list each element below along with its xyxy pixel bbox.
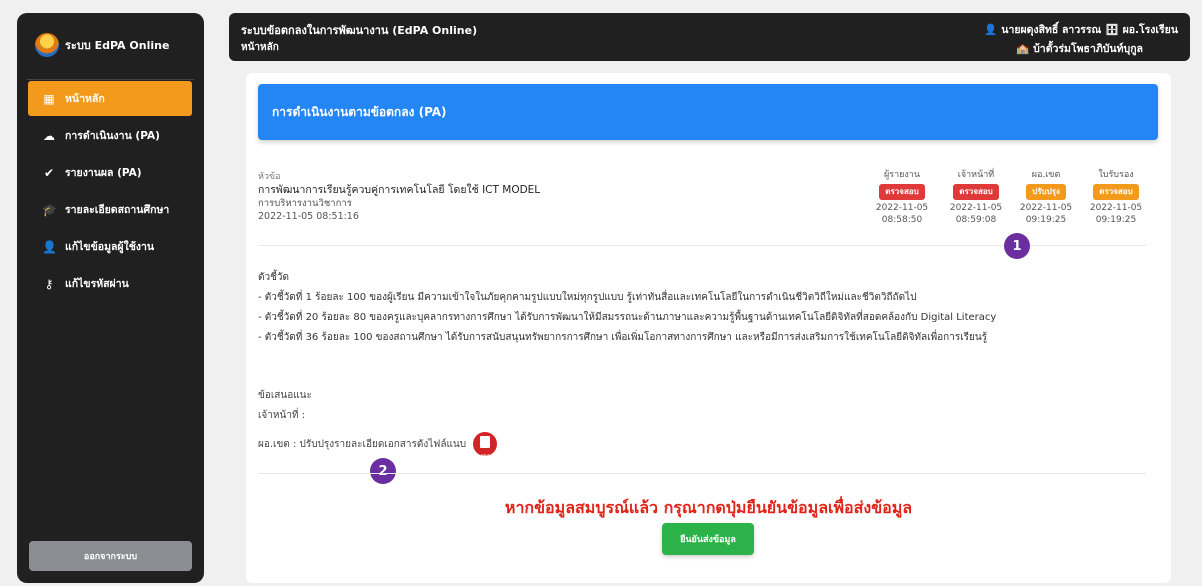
topic-block: หัวข้อ การพัฒนาการเรียนรู้ควบคู่การเทคโน… bbox=[258, 171, 540, 223]
database-icon: 🗄 bbox=[1105, 24, 1119, 36]
status-badge[interactable]: ตรวจสอบ bbox=[953, 184, 999, 200]
sidebar-item-label: แก้ไขรหัสผ่าน bbox=[65, 278, 129, 290]
status-badge[interactable]: ตรวจสอบ bbox=[879, 184, 925, 200]
status-staff: เจ้าหน้าที่ ตรวจสอบ 2022-11-05 08:59:08 bbox=[946, 169, 1006, 226]
topic-label: หัวข้อ bbox=[258, 172, 281, 182]
sidebar-item-label: แก้ไขข้อมูลผู้ใช้งาน bbox=[65, 241, 155, 253]
status-time: 09:19:25 bbox=[1025, 215, 1067, 225]
advice-staff: เจ้าหน้าที่ : bbox=[258, 410, 306, 421]
pdf-download-icon[interactable] bbox=[473, 432, 498, 467]
sidebar-item-home[interactable]: ▦ หน้าหลัก bbox=[28, 81, 192, 116]
sidebar-item-label: รายละเอียดสถานศึกษา bbox=[65, 204, 170, 216]
indicator-item: - ตัวชี้วัดที่ 1 ร้อยละ 100 ของผู้เรียน … bbox=[258, 292, 917, 303]
graduation-cap-icon: 🎓 bbox=[42, 202, 57, 217]
user-icon: 👤 bbox=[42, 239, 57, 254]
indicators-title: ตัวชี้วัด bbox=[258, 272, 290, 283]
status-label: ใบรับรอง bbox=[1098, 170, 1134, 180]
advice-block: ข้อเสนอแนะ เจ้าหน้าที่ : ผอ.เขต : ปรับปร… bbox=[258, 386, 498, 467]
status-date: 2022-11-05 bbox=[875, 203, 929, 213]
status-label: ผอ.เขต bbox=[1031, 170, 1061, 180]
status-date: 2022-11-05 bbox=[949, 203, 1003, 213]
status-district-director: ผอ.เขต ปรับปรุง 2022-11-05 09:19:25 bbox=[1016, 169, 1076, 226]
topic-category: การบริหารงานวิชาการ bbox=[258, 198, 352, 209]
content-card: การดำเนินงานตามข้อตกลง (PA) หัวข้อ การพั… bbox=[246, 73, 1171, 583]
status-time: 09:19:25 bbox=[1095, 215, 1137, 225]
key-icon: ⚷ bbox=[44, 276, 54, 291]
sidebar-divider bbox=[27, 79, 194, 80]
status-reporter: ผู้รายงาน ตรวจสอบ 2022-11-05 08:58:50 bbox=[872, 169, 932, 226]
sidebar-item-label: รายงานผล (PA) bbox=[65, 167, 142, 179]
user-role: ผอ.โรงเรียน bbox=[1122, 24, 1178, 36]
school-info: 🏫 บ้าตั้วร่มโพธาภิบันท์บุกูล bbox=[1016, 40, 1143, 57]
edpa-logo-icon bbox=[35, 33, 59, 57]
indicator-item: - ตัวชี้วัดที่ 20 ร้อยละ 80 ของครูและบุค… bbox=[258, 312, 997, 323]
cloud-upload-icon: ☁ bbox=[43, 128, 55, 143]
topbar: ระบบข้อตกลงในการพัฒนางาน (EdPA Online) ห… bbox=[229, 13, 1190, 61]
school-icon: 🏫 bbox=[1016, 43, 1030, 55]
sidebar-item-operation-pa[interactable]: ☁ การดำเนินงาน (PA) bbox=[28, 118, 192, 153]
sidebar-item-change-password[interactable]: ⚷ แก้ไขรหัสผ่าน bbox=[28, 266, 192, 301]
indicator-item: - ตัวชี้วัดที่ 36 ร้อยละ 100 ของสถานศึกษ… bbox=[258, 332, 988, 343]
status-badge[interactable]: ปรับปรุง bbox=[1026, 184, 1066, 200]
topic-title: การพัฒนาการเรียนรู้ควบคู่การเทคโนโลยี โด… bbox=[258, 184, 541, 196]
status-time: 08:58:50 bbox=[881, 215, 923, 225]
sidebar-item-school-details[interactable]: 🎓 รายละเอียดสถานศึกษา bbox=[28, 192, 192, 227]
brand[interactable]: ระบบ EdPA Online bbox=[35, 33, 169, 57]
indicators-block: ตัวชี้วัด - ตัวชี้วัดที่ 1 ร้อยละ 100 ขอ… bbox=[258, 268, 996, 348]
advice-title: ข้อเสนอแนะ bbox=[258, 390, 312, 401]
sidebar: ระบบ EdPA Online ▦ หน้าหลัก ☁ การดำเนินง… bbox=[17, 13, 204, 583]
status-date: 2022-11-05 bbox=[1019, 203, 1073, 213]
status-label: เจ้าหน้าที่ bbox=[957, 170, 995, 180]
brand-title: ระบบ EdPA Online bbox=[65, 39, 170, 52]
school-name: บ้าตั้วร่มโพธาภิบันท์บุกูล bbox=[1033, 43, 1143, 55]
sidebar-item-edit-user[interactable]: 👤 แก้ไขข้อมูลผู้ใช้งาน bbox=[28, 229, 192, 264]
logout-button[interactable]: ออกจากระบบ bbox=[29, 541, 192, 571]
app-title: ระบบข้อตกลงในการพัฒนางาน (EdPA Online) bbox=[241, 24, 478, 37]
topic-date: 2022-11-05 08:51:16 bbox=[258, 211, 359, 222]
status-label: ผู้รายงาน bbox=[883, 170, 921, 180]
sidebar-nav: ▦ หน้าหลัก ☁ การดำเนินงาน (PA) ✔ รายงานผ… bbox=[28, 81, 192, 303]
status-time: 08:59:08 bbox=[955, 215, 997, 225]
status-certificate: ใบรับรอง ตรวจสอบ 2022-11-05 09:19:25 bbox=[1086, 169, 1146, 226]
check-circle-icon: ✔ bbox=[43, 165, 55, 180]
sidebar-item-label: หน้าหลัก bbox=[65, 93, 105, 105]
confirm-submit-button[interactable]: ยืนยันส่งข้อมูล bbox=[662, 523, 754, 555]
breadcrumb: หน้าหลัก bbox=[241, 42, 279, 53]
submit-notice: หากข้อมูลสมบูรณ์แล้ว กรุณากดปุ่มยืนยันข้… bbox=[504, 498, 913, 517]
advice-director-row: ผอ.เขต : ปรับปรุงรายละเอียดเอกสารดังไฟล์… bbox=[258, 432, 498, 467]
divider bbox=[258, 473, 1146, 474]
card-header: การดำเนินงานตามข้อตกลง (PA) bbox=[258, 84, 1158, 140]
sidebar-item-label: การดำเนินงาน (PA) bbox=[65, 130, 160, 142]
advice-director: ผอ.เขต : ปรับปรุงรายละเอียดเอกสารดังไฟล์… bbox=[258, 439, 467, 450]
user-icon: 👤 bbox=[984, 24, 998, 36]
status-date: 2022-11-05 bbox=[1089, 203, 1143, 213]
step-marker-1: 1 bbox=[1004, 233, 1030, 259]
status-badge[interactable]: ตรวจสอบ bbox=[1093, 184, 1139, 200]
sidebar-item-report-pa[interactable]: ✔ รายงานผล (PA) bbox=[28, 155, 192, 190]
user-name: นายผดุงสิทธิ์ ลาวรรณ bbox=[1001, 24, 1102, 36]
user-info: 👤 นายผดุงสิทธิ์ ลาวรรณ 🗄 ผอ.โรงเรียน bbox=[984, 21, 1178, 38]
grid-icon: ▦ bbox=[43, 91, 55, 106]
step-marker-2: 2 bbox=[370, 458, 396, 484]
